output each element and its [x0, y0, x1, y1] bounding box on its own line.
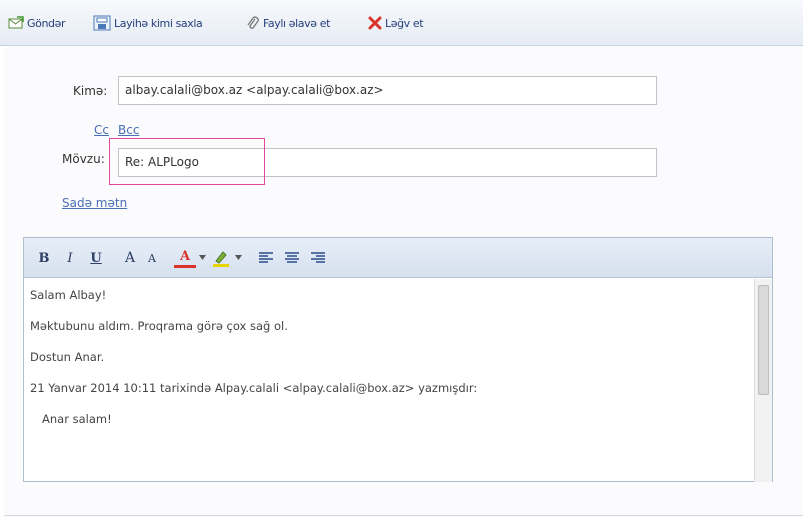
shrink-font-button[interactable]: A	[145, 248, 159, 268]
compose-toolbar: Göndər Layihə kimi saxla Faylı əlavə et …	[0, 0, 803, 46]
send-button[interactable]: Göndər	[8, 14, 66, 32]
subject-label: Mövzu:	[62, 152, 105, 166]
chevron-down-icon	[199, 255, 206, 260]
close-icon	[368, 16, 382, 30]
grow-font-button[interactable]: A	[122, 248, 138, 268]
align-right-icon	[311, 252, 325, 263]
body-line: Dostun Anar.	[30, 350, 105, 364]
body-line: Salam Albay!	[30, 288, 107, 302]
body-line: 21 Yanvar 2014 10:11 tarixində Alpay.cal…	[30, 381, 478, 395]
underline-button[interactable]: U	[88, 248, 104, 268]
quoted-line: Anar salam!	[42, 412, 112, 426]
cancel-label: Ləğv et	[385, 16, 424, 30]
attach-file-button[interactable]: Faylı əlavə et	[246, 14, 330, 32]
save-draft-button[interactable]: Layihə kimi saxla	[93, 14, 203, 32]
align-center-button[interactable]	[282, 248, 302, 268]
align-center-icon	[285, 252, 299, 263]
send-label: Göndər	[27, 16, 66, 30]
save-draft-icon	[93, 15, 111, 31]
font-color-button[interactable]: A	[174, 248, 196, 268]
attach-file-label: Faylı əlavə et	[263, 16, 330, 30]
editor-scrollbar[interactable]	[754, 279, 772, 482]
scrollbar-thumb[interactable]	[758, 285, 769, 395]
to-label: Kimə:	[73, 84, 108, 98]
highlighter-icon	[213, 251, 229, 267]
save-draft-label: Layihə kimi saxla	[114, 16, 203, 30]
body-line: Məktubunu aldım. Proqrama görə çox sağ o…	[30, 319, 288, 333]
align-right-button[interactable]	[308, 248, 328, 268]
bcc-link[interactable]: Bcc	[118, 123, 139, 137]
message-body[interactable]: Salam Albay! Məktubunu aldım. Proqrama g…	[24, 279, 754, 482]
align-left-icon	[259, 252, 273, 263]
message-editor: B I U A A A Salam Albay! Məktubunu aldım…	[23, 237, 773, 482]
highlight-color-button[interactable]	[210, 248, 232, 268]
send-icon	[8, 16, 24, 29]
subject-field[interactable]: Re: ALPLogo	[118, 148, 657, 177]
plain-text-link[interactable]: Sadə mətn	[62, 196, 127, 210]
to-field[interactable]: albay.calali@box.az <alpay.calali@box.az…	[118, 76, 657, 105]
cc-link[interactable]: Cc	[94, 123, 109, 137]
paperclip-icon	[247, 16, 259, 29]
italic-button[interactable]: I	[62, 248, 78, 268]
bold-button[interactable]: B	[36, 248, 52, 268]
panel-bottom-divider	[4, 515, 803, 516]
align-left-button[interactable]	[256, 248, 276, 268]
cancel-button[interactable]: Ləğv et	[368, 14, 424, 32]
formatting-toolbar: B I U A A A	[24, 238, 772, 278]
chevron-down-icon	[235, 255, 242, 260]
